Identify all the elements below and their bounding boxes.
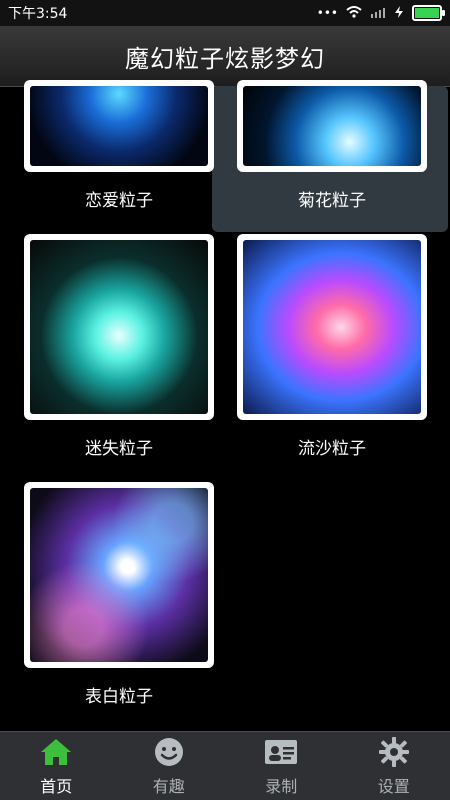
title-bar: 魔幻粒子炫影梦幻: [0, 26, 450, 87]
particle-grid: 恋爱粒子 菊花粒子 迷失粒子 流沙粒子 表白粒子: [0, 80, 450, 732]
signal-icon: [370, 6, 386, 21]
love-particle-image: [30, 86, 208, 166]
card-confess[interactable]: 表白粒子: [24, 482, 214, 707]
nav-label: 设置: [377, 777, 410, 796]
nav-fun[interactable]: 有趣: [113, 732, 226, 800]
battery-icon: [412, 5, 445, 21]
bottom-navigation: 首页 有趣 录制 设置: [0, 731, 450, 800]
nav-record[interactable]: 录制: [225, 732, 338, 800]
card-label: 菊花粒子: [298, 191, 366, 211]
card-label: 迷失粒子: [85, 439, 153, 459]
confess-particle-image: [30, 488, 208, 662]
battery-level: [415, 8, 439, 18]
home-icon: [39, 735, 73, 769]
chrysanthemum-particle-image: [243, 86, 421, 166]
sand-particle-image: [243, 240, 421, 414]
nav-label: 有趣: [152, 777, 185, 796]
card-image-frame: [24, 482, 214, 668]
card-image-frame: [237, 234, 427, 420]
card-image-frame: [24, 80, 214, 172]
nav-label: 录制: [265, 777, 298, 796]
charging-icon: [394, 5, 404, 21]
lost-particle-image: [30, 240, 208, 414]
status-icons: •••: [316, 5, 445, 21]
nav-label: 首页: [40, 777, 73, 796]
nav-settings[interactable]: 设置: [338, 732, 450, 800]
status-dots: •••: [316, 6, 338, 20]
id-card-icon: [264, 735, 298, 769]
status-time: 下午3:54: [8, 6, 68, 22]
smile-icon: [152, 735, 186, 769]
card-image-frame: [24, 234, 214, 420]
status-bar: 下午3:54 •••: [0, 0, 450, 26]
app-title: 魔幻粒子炫影梦幻: [125, 44, 325, 73]
card-label: 流沙粒子: [298, 439, 366, 459]
card-lost[interactable]: 迷失粒子: [24, 234, 214, 459]
wifi-icon: [346, 5, 362, 21]
gear-icon: [377, 735, 411, 769]
nav-home[interactable]: 首页: [0, 732, 113, 800]
card-label: 恋爱粒子: [85, 191, 153, 211]
card-image-frame: [237, 80, 427, 172]
card-label: 表白粒子: [85, 687, 153, 707]
card-sand[interactable]: 流沙粒子: [237, 234, 427, 459]
card-love[interactable]: 恋爱粒子: [24, 80, 214, 211]
card-chrysanthemum[interactable]: 菊花粒子: [237, 80, 427, 211]
